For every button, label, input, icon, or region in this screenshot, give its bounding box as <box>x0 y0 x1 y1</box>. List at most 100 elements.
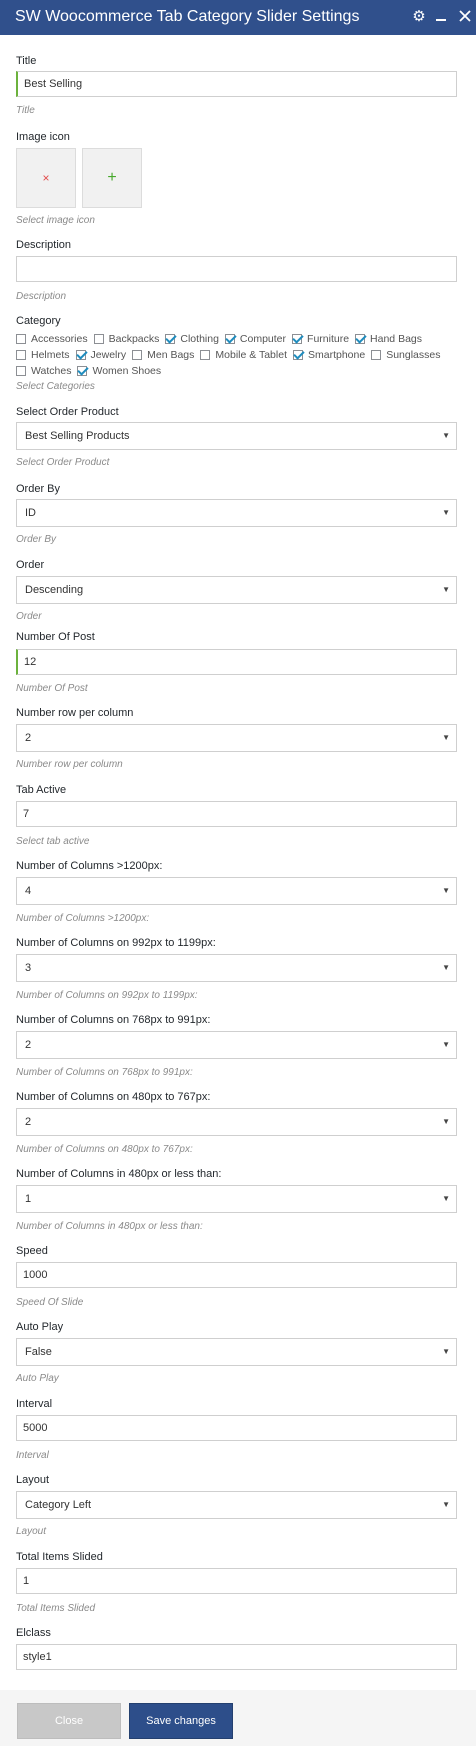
category-option[interactable]: Jewelry <box>75 348 127 362</box>
interval-input[interactable]: 5000 <box>16 1415 457 1441</box>
close-button[interactable]: Close <box>17 1703 121 1739</box>
title-label: Title <box>16 55 37 67</box>
total-items-slided-help: Total Items Slided <box>16 1603 96 1614</box>
category-option[interactable]: Sunglasses <box>371 348 441 362</box>
category-option[interactable]: Backpacks <box>93 332 159 346</box>
add-image-button[interactable]: + <box>82 148 142 208</box>
cols-less-480-value: 1 <box>25 1193 32 1205</box>
category-checkbox[interactable] <box>200 350 211 360</box>
rows-per-column-value: 2 <box>25 732 32 744</box>
interval-label: Interval <box>16 1398 53 1410</box>
image-icon-label: Image icon <box>16 131 70 143</box>
order-select[interactable]: Descending ▼ <box>16 576 457 604</box>
rows-per-column-help: Number row per column <box>16 759 123 770</box>
layout-select[interactable]: Category Left ▼ <box>16 1491 457 1519</box>
rows-per-column-select[interactable]: 2 ▼ <box>16 724 457 752</box>
gear-icon[interactable]: ⚙ <box>410 7 428 25</box>
chevron-down-icon: ▼ <box>442 733 450 742</box>
cols-992-select[interactable]: 3 ▼ <box>16 954 457 982</box>
category-checkbox[interactable] <box>16 350 26 360</box>
elclass-input[interactable]: style1 <box>16 1644 457 1670</box>
cols-768-select[interactable]: 2 ▼ <box>16 1031 457 1059</box>
category-option[interactable]: Mobile & Tablet <box>200 348 287 362</box>
cols-less-480-select[interactable]: 1 ▼ <box>16 1185 457 1213</box>
category-checkbox[interactable] <box>16 366 26 376</box>
close-icon[interactable] <box>456 7 474 25</box>
category-option-label: Furniture <box>307 333 350 345</box>
auto-play-select[interactable]: False ▼ <box>16 1338 457 1366</box>
category-option[interactable]: Furniture <box>292 332 349 346</box>
category-checkbox[interactable] <box>75 350 86 360</box>
category-option-label: Mobile & Tablet <box>215 349 287 361</box>
order-product-select[interactable]: Best Selling Products ▼ <box>16 422 457 450</box>
image-icon-help: Select image icon <box>16 215 95 226</box>
order-help: Order <box>16 611 42 622</box>
category-checkbox[interactable] <box>77 366 88 376</box>
category-option-label: Computer <box>239 333 287 345</box>
category-option-label: Watches <box>31 365 72 377</box>
category-option-label: Men Bags <box>147 349 195 361</box>
category-option[interactable]: Computer <box>224 332 287 346</box>
category-option[interactable]: Accessories <box>16 332 88 346</box>
category-checkbox[interactable] <box>371 350 382 360</box>
category-option-label: Hand Bags <box>370 333 422 345</box>
auto-play-value: False <box>25 1346 52 1358</box>
save-changes-button[interactable]: Save changes <box>129 1703 233 1739</box>
cols-1200-help: Number of Columns >1200px: <box>16 913 150 924</box>
cols-1200-label: Number of Columns >1200px: <box>16 860 163 872</box>
order-by-help: Order By <box>16 534 57 545</box>
category-help: Select Categories <box>16 381 95 392</box>
chevron-down-icon: ▼ <box>442 1117 450 1126</box>
category-checkbox[interactable] <box>292 334 303 344</box>
description-help: Description <box>16 291 67 302</box>
order-by-value: ID <box>25 507 36 519</box>
category-checkbox[interactable] <box>224 334 235 344</box>
total-items-slided-input[interactable]: 1 <box>16 1568 457 1594</box>
category-option[interactable]: Men Bags <box>132 348 194 362</box>
title-input[interactable]: Best Selling <box>16 71 457 97</box>
chevron-down-icon: ▼ <box>442 508 450 517</box>
order-label: Order <box>16 559 45 571</box>
auto-play-help: Auto Play <box>16 1373 59 1384</box>
number-of-post-label: Number Of Post <box>16 631 95 643</box>
description-input[interactable] <box>16 256 457 282</box>
category-checkbox[interactable] <box>93 334 104 344</box>
category-option-label: Sunglasses <box>386 349 441 361</box>
speed-help: Speed Of Slide <box>16 1297 84 1308</box>
category-option[interactable]: Women Shoes <box>77 364 161 378</box>
category-checkbox[interactable] <box>16 334 26 344</box>
chevron-down-icon: ▼ <box>442 1194 450 1203</box>
category-checkbox[interactable] <box>293 350 303 360</box>
cols-1200-select[interactable]: 4 ▼ <box>16 877 457 905</box>
layout-value: Category Left <box>25 1499 92 1511</box>
description-label: Description <box>16 239 72 251</box>
modal-title: SW Woocommerce Tab Category Slider Setti… <box>15 8 360 25</box>
total-items-slided-label: Total Items Slided <box>16 1551 103 1563</box>
category-option[interactable]: Watches <box>16 364 71 378</box>
order-by-select[interactable]: ID ▼ <box>16 499 457 527</box>
category-option[interactable]: Clothing <box>165 332 219 346</box>
order-value: Descending <box>25 584 84 596</box>
chevron-down-icon: ▼ <box>442 886 450 895</box>
cols-480-select[interactable]: 2 ▼ <box>16 1108 457 1136</box>
cols-992-value: 3 <box>25 962 32 974</box>
category-option-label: Smartphone <box>308 349 366 361</box>
order-by-label: Order By <box>16 483 61 495</box>
category-checkbox[interactable] <box>132 350 143 360</box>
category-checkbox[interactable] <box>355 334 366 344</box>
speed-input[interactable]: 1000 <box>16 1262 457 1288</box>
cols-less-480-help: Number of Columns in 480px or less than: <box>16 1221 203 1232</box>
category-checkbox[interactable] <box>165 334 176 344</box>
minimize-icon[interactable] <box>432 7 450 25</box>
elclass-label: Elclass <box>16 1627 51 1639</box>
number-of-post-input[interactable]: 12 <box>16 649 457 675</box>
chevron-down-icon: ▼ <box>442 963 450 972</box>
category-option[interactable]: Hand Bags <box>355 332 422 346</box>
category-option[interactable]: Helmets <box>16 348 70 362</box>
category-option-label: Jewelry <box>90 349 127 361</box>
tab-active-input[interactable]: 7 <box>16 801 457 827</box>
cols-less-480-label: Number of Columns in 480px or less than: <box>16 1168 222 1180</box>
category-option[interactable]: Smartphone <box>293 348 365 362</box>
layout-help: Layout <box>16 1526 47 1537</box>
remove-image-button[interactable]: × <box>16 148 76 208</box>
